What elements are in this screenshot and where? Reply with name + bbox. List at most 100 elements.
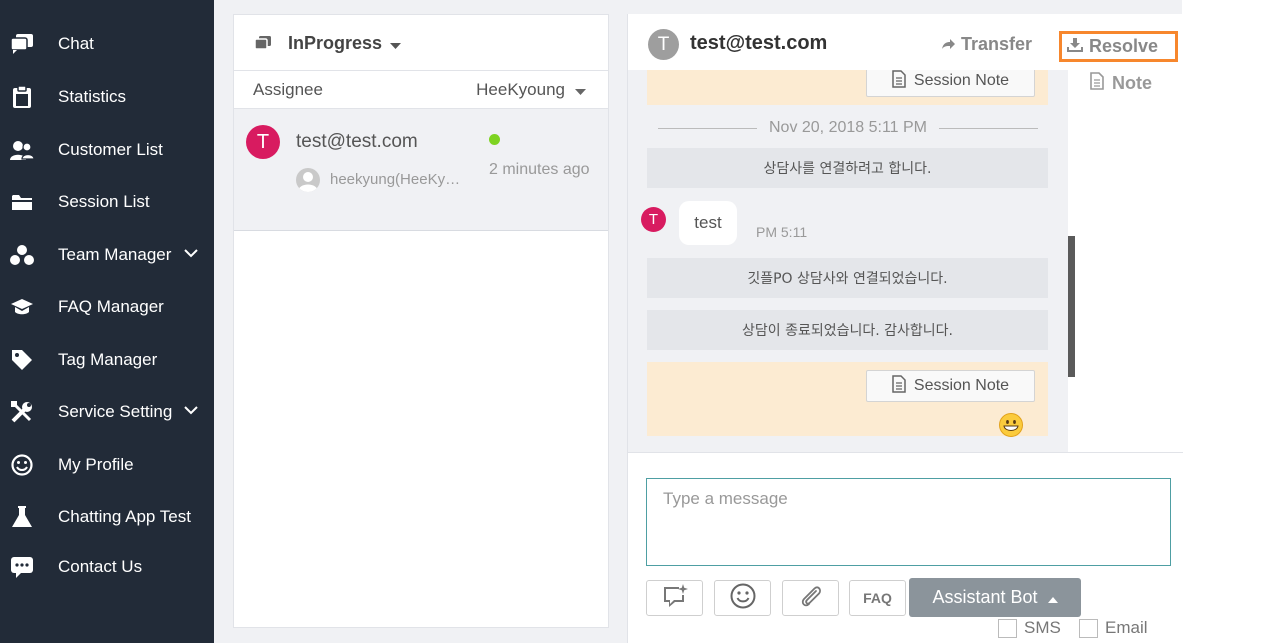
- faq-label: FAQ: [863, 590, 892, 606]
- sidebar-item-team-manager[interactable]: Team Manager: [0, 235, 214, 275]
- sidebar-item-label: Service Setting: [58, 402, 173, 421]
- users-icon: [10, 138, 34, 162]
- transfer-button[interactable]: Transfer: [941, 34, 1032, 55]
- sidebar-item-label: Contact Us: [58, 557, 143, 576]
- customer-avatar: T: [246, 125, 280, 159]
- customer-name: test@test.com: [296, 131, 418, 152]
- session-list-header: InProgress: [234, 15, 608, 71]
- assignee-dropdown[interactable]: HeeKyoung: [476, 80, 586, 100]
- session-note-label: Session Note: [913, 72, 1010, 89]
- chevron-down-icon[interactable]: [184, 400, 198, 420]
- sidebar-item-label: Customer List: [58, 140, 163, 159]
- checkbox-box[interactable]: [998, 618, 1017, 638]
- session-time: 2 minutes ago: [489, 161, 590, 178]
- divider: [628, 452, 1183, 453]
- sidebar-item-label: Chatting App Test: [58, 507, 191, 526]
- caret-up-icon: [1047, 587, 1058, 608]
- chevron-down-icon[interactable]: [184, 243, 198, 263]
- assistant-bot-label: Assistant Bot: [932, 587, 1038, 607]
- grinning-face-icon: [999, 413, 1023, 437]
- sidebar-item-label: Team Manager: [58, 245, 172, 264]
- chat-sparkle-icon: [662, 583, 688, 613]
- share-arrow-icon: [941, 34, 955, 55]
- quick-reply-button[interactable]: [646, 580, 703, 616]
- caret-down-icon: [575, 80, 586, 100]
- message-time: PM 5:11: [756, 224, 808, 240]
- system-message: 상담이 종료되었습니다. 감사합니다.: [647, 310, 1048, 350]
- sidebar-item-label: Statistics: [58, 87, 127, 106]
- chat-bubbles-icon: [254, 35, 272, 56]
- scrollbar-thumb[interactable]: [1068, 236, 1075, 377]
- sidebar-item-contact-us[interactable]: Contact Us: [0, 547, 214, 587]
- tools-icon: [10, 400, 34, 424]
- chat-header: T test@test.com Transfer Resolve: [628, 14, 1183, 70]
- date-divider: Nov 20, 2018 5:11 PM: [658, 118, 1038, 138]
- sidebar-item-label: My Profile: [58, 455, 134, 474]
- email-checkbox[interactable]: Email: [1079, 618, 1148, 638]
- assignee-filter-row: Assignee HeeKyoung: [234, 71, 608, 109]
- smile-icon: [730, 583, 756, 614]
- customer-avatar: T: [641, 207, 666, 232]
- attach-file-button[interactable]: [782, 580, 839, 616]
- assistant-bot-button[interactable]: Assistant Bot: [909, 578, 1081, 617]
- chat-panel: T test@test.com Transfer Resolve Session…: [627, 14, 1183, 643]
- session-note-block: Session Note: [647, 70, 1048, 105]
- sms-label: SMS: [1024, 618, 1061, 637]
- clipboard-icon: [10, 85, 34, 109]
- sidebar-item-label: Tag Manager: [58, 350, 158, 369]
- emoji-button[interactable]: [714, 580, 771, 616]
- sidebar-item-chat[interactable]: Chat: [0, 24, 214, 64]
- checkbox-box[interactable]: [1079, 618, 1098, 638]
- sidebar-item-my-profile[interactable]: My Profile: [0, 445, 214, 485]
- email-label: Email: [1105, 618, 1148, 637]
- session-note-block: Session Note: [647, 362, 1048, 436]
- session-list-item[interactable]: T test@test.com 2 minutes ago heekyung(H…: [234, 109, 608, 231]
- download-icon: [1067, 36, 1083, 57]
- status-filter-dropdown[interactable]: InProgress: [288, 33, 402, 54]
- chat-dots-icon: [10, 555, 34, 579]
- system-message: 상담사를 연결하려고 합니다.: [647, 148, 1048, 188]
- date-divider-text: Nov 20, 2018 5:11 PM: [768, 119, 928, 136]
- session-note-button[interactable]: Session Note: [866, 370, 1035, 402]
- chat-bubbles-icon: [10, 32, 34, 56]
- transfer-label: Transfer: [961, 34, 1033, 54]
- message-list[interactable]: Session Note Nov 20, 2018 5:11 PM 상담사를 연…: [628, 70, 1068, 452]
- paperclip-icon: [800, 584, 822, 613]
- smile-icon: [10, 453, 34, 477]
- document-icon: [892, 70, 906, 93]
- sidebar: Chat Statistics Customer List Session Li…: [0, 0, 214, 643]
- faq-button[interactable]: FAQ: [849, 580, 906, 616]
- sidebar-item-statistics[interactable]: Statistics: [0, 77, 214, 117]
- sidebar-item-chatting-app-test[interactable]: Chatting App Test: [0, 497, 214, 537]
- customer-message-bubble: test: [679, 201, 737, 245]
- sidebar-item-label: FAQ Manager: [58, 297, 164, 316]
- sidebar-item-service-setting[interactable]: Service Setting: [0, 392, 214, 432]
- assignee-label: Assignee: [253, 80, 323, 99]
- session-note-button[interactable]: Session Note: [866, 70, 1035, 97]
- app-root: Chat Statistics Customer List Session Li…: [0, 0, 1277, 643]
- sidebar-item-session-list[interactable]: Session List: [0, 182, 214, 222]
- sidebar-item-customer-list[interactable]: Customer List: [0, 130, 214, 170]
- online-status-dot: [489, 134, 500, 145]
- session-note-label: Session Note: [913, 377, 1010, 394]
- system-message: 깃플PO 상담사와 연결되었습니다.: [647, 258, 1048, 298]
- caret-down-icon: [390, 33, 402, 54]
- chat-title: test@test.com: [690, 32, 828, 54]
- message-input[interactable]: [646, 478, 1171, 566]
- sidebar-item-tag-manager[interactable]: Tag Manager: [0, 340, 214, 380]
- resolve-label: Resolve: [1089, 36, 1159, 56]
- customer-avatar: T: [648, 29, 679, 60]
- status-filter-label: InProgress: [288, 33, 383, 53]
- graduation-cap-icon: [10, 295, 34, 319]
- assignee-value: HeeKyoung: [476, 80, 565, 99]
- team-icon: [10, 243, 34, 267]
- tag-icon: [10, 348, 34, 372]
- agent-avatar: [296, 168, 320, 192]
- document-icon: [892, 374, 906, 398]
- resolve-button[interactable]: Resolve: [1059, 31, 1178, 62]
- folder-icon: [10, 190, 34, 214]
- sidebar-item-label: Session List: [58, 192, 150, 211]
- sidebar-item-faq-manager[interactable]: FAQ Manager: [0, 287, 214, 327]
- sms-checkbox[interactable]: SMS: [998, 618, 1061, 638]
- note-tab[interactable]: Note: [1090, 72, 1152, 95]
